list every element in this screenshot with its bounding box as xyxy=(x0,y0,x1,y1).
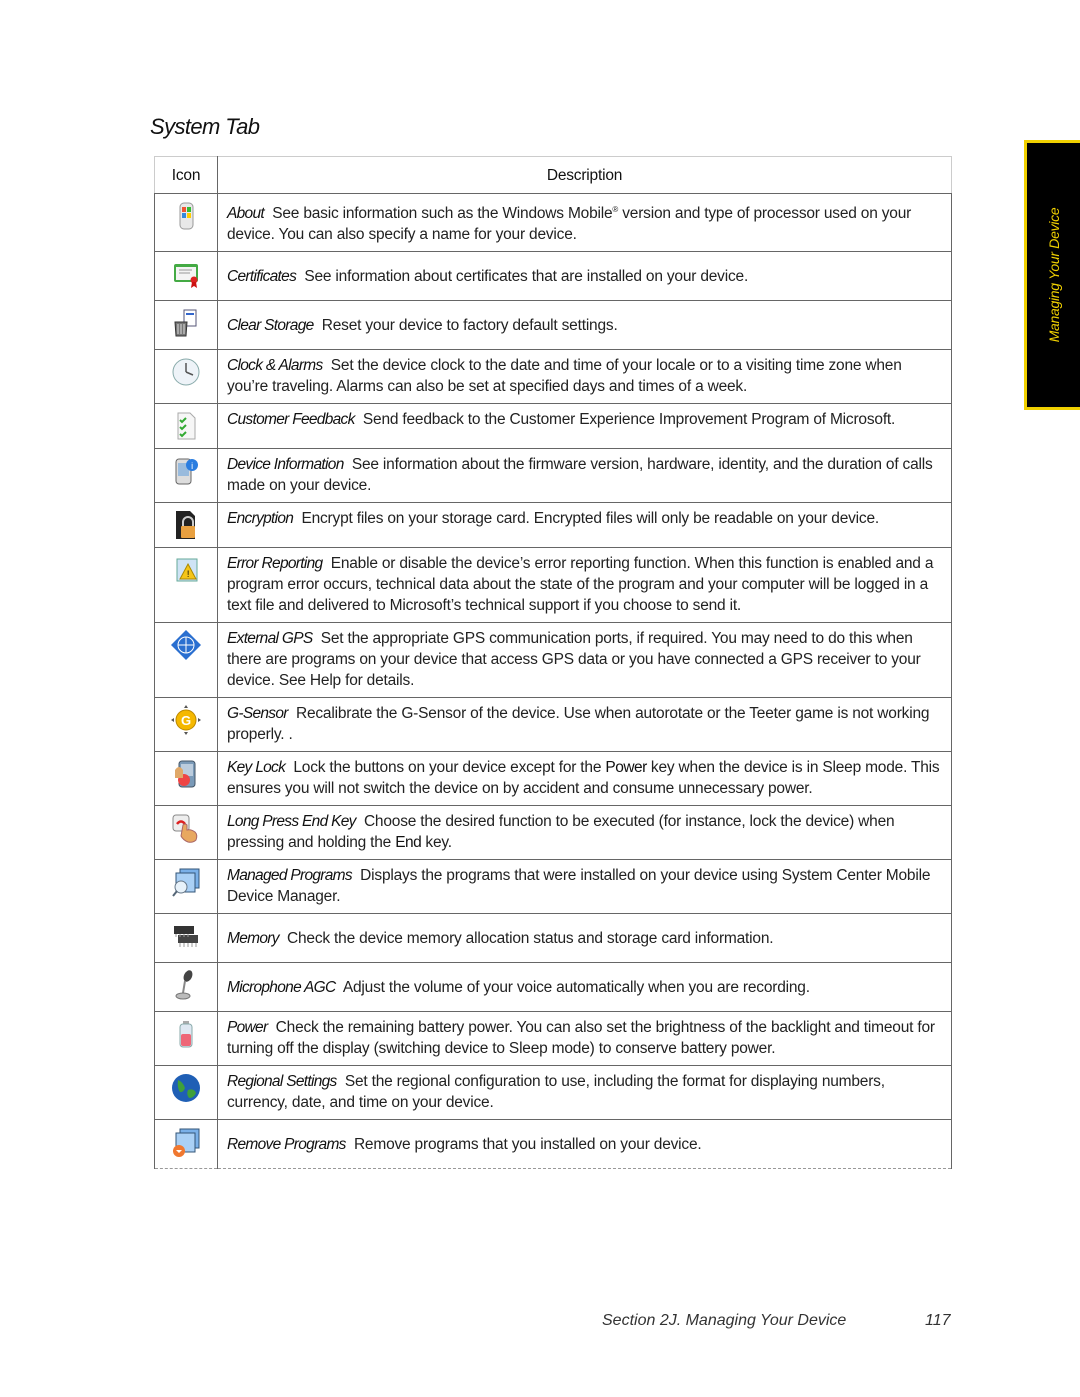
table-row: Managed Programs Displays the programs t… xyxy=(154,859,952,915)
table-row: Clock & Alarms Set the device clock to t… xyxy=(154,349,952,405)
table-row: G G-Sensor Recalibrate the G-Sensor of t… xyxy=(154,697,952,753)
table-row: Customer Feedback Send feedback to the C… xyxy=(154,403,952,450)
svg-text:i: i xyxy=(191,461,193,471)
table-row: i Device Information See information abo… xyxy=(154,448,952,504)
table-row: Encryption Encrypt files on your storage… xyxy=(154,502,952,549)
setting-name: Certificates xyxy=(227,268,297,286)
setting-name: Key Lock xyxy=(227,759,286,777)
table-row: Long Press End Key Choose the desired fu… xyxy=(154,805,952,861)
about-icon xyxy=(179,202,194,230)
customer-feedback-icon xyxy=(177,412,196,440)
table-row: Power Check the remaining battery power.… xyxy=(154,1011,952,1067)
side-tab-label: Managing Your Device xyxy=(1045,207,1062,343)
table-row: ! Error Reporting Enable or disable the … xyxy=(154,547,952,624)
long-press-end-key-icon xyxy=(172,814,198,843)
managed-programs-icon xyxy=(172,868,200,897)
device-information-icon: i xyxy=(175,458,198,485)
table-row: Microphone AGC Adjust the volume of your… xyxy=(154,962,952,1013)
setting-name: Device Information xyxy=(227,456,344,474)
encryption-icon xyxy=(176,511,195,540)
setting-name: About xyxy=(227,205,265,223)
setting-name: External GPS xyxy=(227,630,313,648)
setting-name: Clock & Alarms xyxy=(227,357,323,375)
setting-name: Clear Storage xyxy=(227,317,314,335)
setting-name: Customer Feedback xyxy=(227,411,355,429)
setting-name: Microphone AGC xyxy=(227,979,336,997)
remove-programs-icon xyxy=(173,1128,200,1158)
memory-icon xyxy=(174,926,198,948)
side-tab: Managing Your Device xyxy=(1024,140,1080,410)
setting-name: G-Sensor xyxy=(227,705,288,723)
setting-name: Long Press End Key xyxy=(227,813,356,831)
table-row: Memory Check the device memory allocatio… xyxy=(154,913,952,964)
setting-name: Memory xyxy=(227,930,279,948)
table-row: Certificates See information about certi… xyxy=(154,251,952,302)
table-row: Clear Storage Reset your device to facto… xyxy=(154,300,952,351)
power-battery-icon xyxy=(179,1021,193,1048)
svg-text:!: ! xyxy=(187,569,189,579)
icon-column-header: Icon xyxy=(154,156,218,194)
setting-name: Remove Programs xyxy=(227,1136,346,1154)
page-title: System Tab xyxy=(150,114,260,139)
table-row: External GPS Set the appropriate GPS com… xyxy=(154,622,952,699)
table-row: Regional Settings Set the regional confi… xyxy=(154,1065,952,1121)
setting-name: Regional Settings xyxy=(227,1073,337,1091)
external-gps-icon xyxy=(171,630,201,661)
setting-name: Encryption xyxy=(227,510,294,528)
footer-section-title: Section 2J. Managing Your Device xyxy=(602,1312,847,1329)
setting-name: Managed Programs xyxy=(227,867,353,885)
clock-icon xyxy=(172,358,200,386)
clear-storage-icon xyxy=(174,309,197,337)
key-lock-icon xyxy=(175,760,196,788)
error-reporting-icon: ! xyxy=(176,558,198,582)
certificates-icon xyxy=(174,264,198,289)
system-tab-table: Icon Description About See basic informa… xyxy=(154,156,952,1170)
setting-name: Power xyxy=(227,1019,268,1037)
table-header-row: Icon Description xyxy=(154,156,952,194)
page-number: 117 xyxy=(925,1312,951,1329)
table-row: Key Lock Lock the buttons on your device… xyxy=(154,751,952,807)
description-column-header: Description xyxy=(217,156,952,194)
table-row: About See basic information such as the … xyxy=(154,192,952,253)
setting-name: Error Reporting xyxy=(227,555,323,573)
g-sensor-icon: G xyxy=(171,705,201,736)
microphone-icon xyxy=(175,970,193,1000)
table-row: Remove Programs Remove programs that you… xyxy=(154,1119,952,1170)
regional-settings-globe-icon xyxy=(172,1074,200,1103)
svg-text:G: G xyxy=(181,713,191,728)
